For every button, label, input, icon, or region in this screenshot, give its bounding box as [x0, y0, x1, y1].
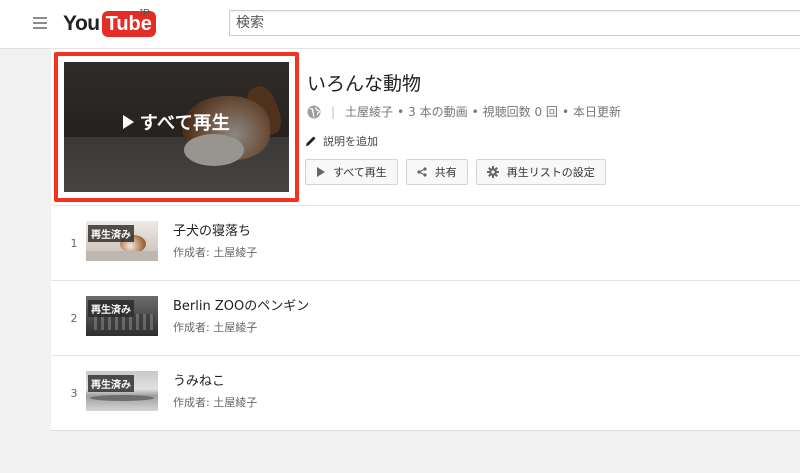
play-icon	[122, 115, 134, 129]
updated-date: 本日更新	[573, 105, 622, 119]
share-label: 共有	[434, 166, 457, 179]
meta-divider: |	[331, 104, 336, 119]
video-title[interactable]: 子犬の寝落ち	[173, 220, 251, 239]
play-icon	[317, 167, 325, 177]
play-all-thumbnail[interactable]: すべて再生	[54, 52, 299, 202]
playlist-cover-image: すべて再生	[64, 62, 289, 192]
playlist-video-row[interactable]: 2 再生済み Berlin ZOOのペンギン 作成者: 土屋綾子	[51, 280, 800, 356]
video-thumbnail[interactable]: 再生済み	[86, 221, 158, 261]
play-all-label: すべて再生	[333, 166, 387, 179]
watched-badge: 再生済み	[88, 375, 134, 392]
playlist-settings-label: 再生リストの設定	[506, 166, 595, 179]
play-all-overlay: すべて再生	[64, 109, 289, 135]
pencil-icon	[306, 136, 316, 146]
meta-dot: •	[561, 104, 570, 119]
menu-icon[interactable]	[33, 17, 47, 29]
search-input[interactable]	[230, 11, 800, 35]
meta-dot: •	[397, 104, 405, 119]
meta-dot: •	[471, 104, 479, 119]
watched-badge: 再生済み	[88, 225, 134, 242]
video-title[interactable]: Berlin ZOOのペンギン	[173, 295, 309, 314]
top-bar: You Tube JP	[0, 0, 800, 49]
playlist-video-row[interactable]: 1 再生済み 子犬の寝落ち 作成者: 土屋綾子	[51, 205, 800, 281]
gear-icon	[486, 166, 499, 178]
playlist-actions: すべて再生 共有 再生リストの設定	[305, 159, 614, 185]
playlist-panel: すべて再生 いろんな動物 | 土屋綾子 • 3 本の動画 • 視聴回数 0 回 …	[51, 49, 800, 431]
share-icon	[417, 167, 427, 177]
video-author: 作成者: 土屋綾子	[173, 396, 258, 409]
video-author: 作成者: 土屋綾子	[173, 246, 258, 259]
video-index: 3	[70, 387, 78, 400]
add-description-link[interactable]: 説明を追加	[305, 133, 378, 149]
playlist-video-row[interactable]: 3 再生済み うみねこ 作成者: 土屋綾子	[51, 355, 800, 431]
video-thumbnail[interactable]: 再生済み	[86, 296, 158, 336]
video-count: 3 本の動画	[408, 105, 468, 119]
playlist-title: いろんな動物	[307, 73, 422, 95]
video-author: 作成者: 土屋綾子	[173, 321, 258, 334]
logo-region: JP	[138, 8, 150, 19]
add-description-label: 説明を追加	[323, 135, 378, 148]
logo-you: You	[63, 12, 100, 35]
globe-icon[interactable]	[307, 105, 321, 119]
video-index: 2	[70, 312, 78, 325]
view-count: 視聴回数 0 回	[482, 105, 558, 119]
search-box[interactable]	[229, 10, 800, 36]
video-title[interactable]: うみねこ	[173, 370, 225, 389]
watched-badge: 再生済み	[88, 300, 134, 317]
playlist-settings-button[interactable]: 再生リストの設定	[475, 159, 606, 185]
play-all-button[interactable]: すべて再生	[305, 159, 398, 185]
playlist-owner[interactable]: 土屋綾子	[345, 103, 393, 120]
video-thumbnail[interactable]: 再生済み	[86, 371, 158, 411]
share-button[interactable]: 共有	[405, 159, 468, 185]
playlist-meta: | 土屋綾子 • 3 本の動画 • 視聴回数 0 回 • 本日更新	[307, 103, 621, 120]
video-index: 1	[70, 237, 78, 250]
